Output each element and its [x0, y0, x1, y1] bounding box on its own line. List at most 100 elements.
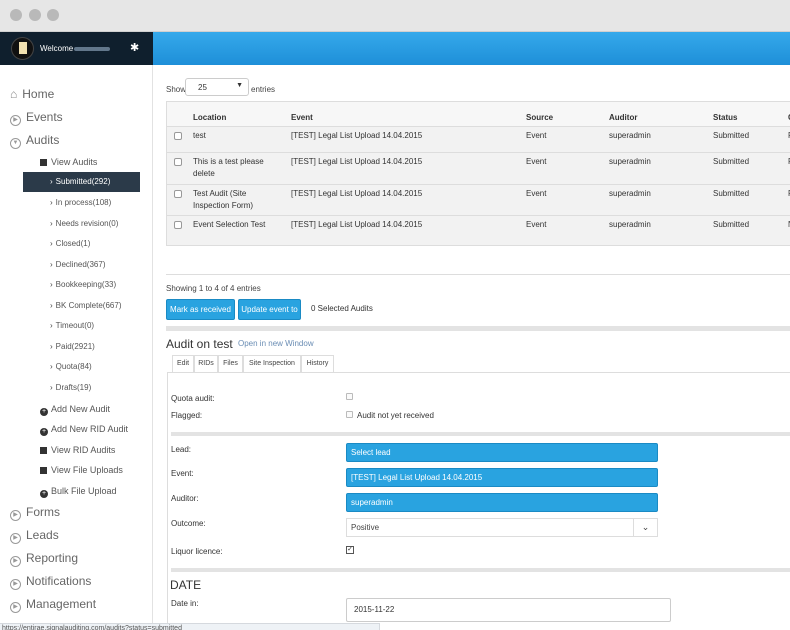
- auditor-select[interactable]: superadmin: [346, 493, 658, 512]
- maximize-window-icon[interactable]: [47, 9, 59, 21]
- form-divider: [171, 432, 790, 436]
- table-row[interactable]: Event Selection Test [TEST] Legal List U…: [167, 215, 790, 245]
- sidebar-item-management[interactable]: ▶ Management: [10, 597, 96, 613]
- chevron-right-icon: ›: [50, 342, 53, 351]
- table-row[interactable]: test [TEST] Legal List Upload 14.04.2015…: [167, 126, 790, 152]
- sidebar-item-label: Reporting: [26, 551, 79, 565]
- sidebar-item-label: Leads: [26, 528, 59, 542]
- sidebar-item-label: Notifications: [26, 574, 92, 588]
- open-new-window-link[interactable]: Open in new Window: [238, 339, 314, 348]
- sidebar-item-bk-complete[interactable]: › BK Complete(667): [50, 301, 121, 310]
- sidebar-item-events[interactable]: ▶ Events: [10, 110, 63, 126]
- chevron-right-icon: ›: [50, 383, 53, 392]
- gear-icon[interactable]: ✱: [130, 41, 139, 54]
- sidebar-item-bookkeeping[interactable]: › Bookkeeping(33): [50, 280, 116, 289]
- sidebar-item-in-process[interactable]: › In process(108): [50, 198, 111, 207]
- row-checkbox[interactable]: [174, 190, 182, 198]
- date-in-field[interactable]: 2015-11-22: [346, 598, 671, 622]
- close-window-icon[interactable]: [10, 9, 22, 21]
- caret-down-icon: ▼: [236, 82, 243, 89]
- row-checkbox[interactable]: [174, 158, 182, 166]
- cell-location: This is a test please delete: [193, 157, 264, 178]
- row-checkbox[interactable]: [174, 132, 182, 140]
- sidebar-item-bulk-file-upload[interactable]: + Bulk File Upload: [40, 486, 117, 498]
- window-titlebar: [0, 0, 790, 32]
- divider: [166, 274, 790, 275]
- mark-received-button[interactable]: Mark as received: [166, 299, 235, 320]
- chevron-right-icon: ▶: [10, 115, 21, 126]
- page-size-value: 25: [198, 83, 207, 92]
- page-size-select[interactable]: 25 ▼: [185, 78, 249, 96]
- not-received-checkbox[interactable]: [346, 411, 353, 418]
- sidebar-item-reporting[interactable]: ▶ Reporting: [10, 551, 78, 567]
- sidebar-item-label: Bulk File Upload: [51, 486, 117, 496]
- chevron-right-icon: ▶: [10, 556, 21, 567]
- sidebar-item-label: Needs revision(0): [55, 219, 119, 228]
- sidebar-item-label: Management: [26, 597, 97, 611]
- table-row[interactable]: Test Audit (Site Inspection Form) [TEST]…: [167, 184, 790, 215]
- liquor-checkbox[interactable]: ✓: [346, 546, 354, 554]
- column-header-auditor[interactable]: Auditor: [609, 113, 637, 122]
- column-header-status[interactable]: Status: [713, 113, 737, 122]
- update-event-button[interactable]: Update event to: [238, 299, 301, 320]
- not-received-label: Audit not yet received: [357, 411, 434, 420]
- tab-history[interactable]: History: [301, 355, 334, 373]
- table-row[interactable]: This is a test please delete [TEST] Lega…: [167, 152, 790, 184]
- sidebar-item-label: Audits: [26, 133, 60, 147]
- sidebar-item-leads[interactable]: ▶ Leads: [10, 528, 59, 544]
- entries-label: entries: [251, 85, 276, 94]
- sidebar-item-add-new-audit[interactable]: + Add New Audit: [40, 404, 110, 416]
- cell-status: Submitted: [713, 157, 750, 166]
- sidebar: ⌂ Home ▶ Events ▼ Audits View Audits › Submi…: [0, 65, 153, 630]
- sidebar-item-drafts[interactable]: › Drafts(19): [50, 383, 91, 392]
- chevron-right-icon: ▶: [10, 533, 21, 544]
- sidebar-item-timeout[interactable]: › Timeout(0): [50, 321, 94, 330]
- outcome-select[interactable]: Positive ⌄: [346, 518, 658, 537]
- chevron-right-icon: ▶: [10, 602, 21, 613]
- cell-auditor: superadmin: [609, 157, 651, 166]
- sidebar-item-notifications[interactable]: ▶ Notifications: [10, 574, 91, 590]
- sidebar-item-view-rid-audits[interactable]: View RID Audits: [40, 445, 115, 455]
- liquor-label: Liquor licence:: [171, 547, 223, 556]
- row-checkbox[interactable]: [174, 221, 182, 229]
- tab-files[interactable]: Files: [218, 355, 243, 373]
- column-header-source[interactable]: Source: [526, 113, 553, 122]
- sidebar-item-label: Forms: [26, 505, 60, 519]
- quota-label: Quota audit:: [171, 394, 215, 403]
- sidebar-item-view-file-uploads[interactable]: View File Uploads: [40, 465, 123, 475]
- sidebar-item-paid[interactable]: › Paid(2921): [50, 342, 95, 351]
- quota-checkbox[interactable]: [346, 393, 353, 400]
- sidebar-item-label: Add New RID Audit: [51, 424, 129, 434]
- column-header-event[interactable]: Event: [291, 113, 313, 122]
- chevron-right-icon: ›: [50, 280, 53, 289]
- sidebar-item-closed[interactable]: › Closed(1): [50, 239, 90, 248]
- sidebar-item-label: Bookkeeping(33): [55, 280, 117, 289]
- avatar[interactable]: [11, 37, 34, 60]
- cell-auditor: superadmin: [609, 189, 651, 198]
- sidebar-item-home[interactable]: ⌂ Home: [10, 87, 54, 101]
- sidebar-item-label: View RID Audits: [51, 445, 116, 455]
- tab-edit[interactable]: Edit: [172, 355, 194, 373]
- sidebar-item-needs-revision[interactable]: › Needs revision(0): [50, 219, 118, 228]
- tab-site-inspection[interactable]: Site Inspection: [243, 355, 301, 373]
- chevron-right-icon: ›: [50, 362, 53, 371]
- column-header-location[interactable]: Location: [193, 113, 226, 122]
- outcome-label: Outcome:: [171, 519, 206, 528]
- sidebar-item-add-new-rid-audit[interactable]: + Add New RID Audit: [40, 424, 128, 436]
- sidebar-item-audits[interactable]: ▼ Audits: [10, 133, 59, 149]
- chevron-right-icon: ›: [50, 219, 53, 228]
- sidebar-item-forms[interactable]: ▶ Forms: [10, 505, 60, 521]
- tab-rids[interactable]: RIDs: [194, 355, 218, 373]
- sidebar-item-label: Timeout(0): [55, 321, 95, 330]
- sidebar-item-view-audits[interactable]: View Audits: [40, 157, 97, 167]
- cell-source: Event: [526, 189, 547, 198]
- cell-location: Event Selection Test: [193, 220, 266, 229]
- sidebar-item-submitted[interactable]: › Submitted(292): [23, 172, 140, 192]
- chevron-right-icon: ›: [50, 301, 53, 310]
- sidebar-item-declined[interactable]: › Declined(367): [50, 260, 105, 269]
- lead-select[interactable]: Select lead: [346, 443, 658, 462]
- sidebar-item-label: Declined(367): [55, 260, 106, 269]
- event-select[interactable]: [TEST] Legal List Upload 14.04.2015: [346, 468, 658, 487]
- sidebar-item-quota[interactable]: › Quota(84): [50, 362, 92, 371]
- minimize-window-icon[interactable]: [29, 9, 41, 21]
